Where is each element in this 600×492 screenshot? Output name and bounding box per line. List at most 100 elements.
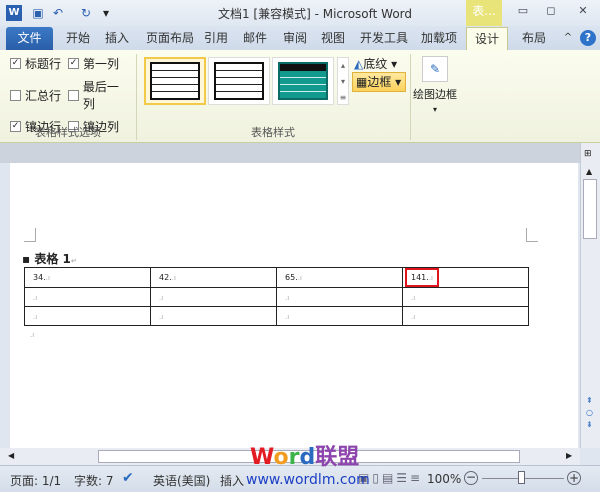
table-tools-context-tab[interactable]: 表...: [466, 0, 502, 26]
paragraph-mark: .ı: [30, 331, 35, 339]
tab-review[interactable]: 审阅: [278, 27, 312, 50]
table-row: .ı .ı .ı .ı: [24, 287, 529, 307]
document-table[interactable]: 34..ı 42..ı 65..ı 141..ı .ı .ı .ı .ı .ı .ı .ı…: [24, 267, 529, 326]
window-title: 文档1 [兼容模式] - Microsoft Word: [217, 7, 413, 21]
cell-text: 42.: [159, 273, 172, 282]
vertical-scrollbar[interactable]: ⊞ ▲ ⇞ ○ ⇟: [580, 143, 600, 448]
table-cell[interactable]: .ı: [276, 306, 403, 326]
table-style-3[interactable]: [272, 57, 334, 105]
scroll-thumb[interactable]: [583, 179, 597, 239]
table-caption: ▪ 表格 1↵: [22, 252, 77, 266]
scroll-right-icon[interactable]: ▶: [566, 451, 572, 460]
option-label: 汇总行: [25, 88, 62, 103]
table-cell[interactable]: 34..ı: [24, 267, 151, 288]
zoom-out-icon[interactable]: −: [464, 471, 478, 485]
table-grid-style-icon: [214, 62, 264, 100]
paint-bucket-icon: ◭: [354, 57, 364, 71]
tab-page-layout[interactable]: 页面布局: [140, 27, 200, 50]
borders-button[interactable]: ▦边框 ▾: [352, 72, 406, 92]
option-label: 标题行: [25, 57, 62, 71]
minimize-icon[interactable]: ▭: [512, 4, 534, 20]
tab-design[interactable]: 设计: [466, 27, 508, 50]
table-cell[interactable]: .ı: [402, 306, 529, 326]
tab-mailings[interactable]: 邮件: [238, 27, 272, 50]
checkbox-unchecked-icon: [10, 89, 21, 101]
tab-layout[interactable]: 布局: [514, 27, 554, 50]
tab-developer[interactable]: 开发工具: [356, 27, 412, 50]
close-icon[interactable]: ✕: [572, 4, 594, 20]
checkbox-checked-icon: ✓: [10, 58, 21, 69]
checkbox-unchecked-icon: [68, 89, 79, 101]
first-column-checkbox[interactable]: ✓ 第一列: [68, 55, 130, 72]
table-cell[interactable]: .ı: [24, 306, 151, 326]
ruler-area: [0, 143, 580, 163]
tab-home[interactable]: 开始: [60, 27, 96, 50]
borders-label: 边框: [367, 75, 392, 89]
zoom-slider-thumb[interactable]: [518, 471, 525, 484]
zoom-level[interactable]: 100%: [427, 472, 461, 486]
table-cell[interactable]: 65..ı: [276, 267, 403, 288]
table-cell[interactable]: .ı: [150, 306, 277, 326]
last-column-checkbox[interactable]: 最后一列: [68, 78, 130, 112]
customize-toolbar-icon[interactable]: ▾: [98, 5, 114, 21]
caption-text: 表格 1: [34, 252, 71, 266]
tab-file[interactable]: 文件: [6, 27, 53, 50]
tab-references[interactable]: 引用: [200, 27, 232, 50]
word-logo-icon[interactable]: W: [6, 5, 22, 21]
table-cell[interactable]: .ı: [276, 287, 403, 307]
watermark-url: www.wordlm.com: [246, 472, 370, 488]
help-icon[interactable]: ?: [580, 30, 596, 46]
scroll-up-icon[interactable]: ▲: [586, 167, 592, 176]
tab-insert[interactable]: 插入: [100, 27, 134, 50]
title-bar: W ▣ ↶ ↻ ▾ 文档1 [兼容模式] - Microsoft Word 表.…: [0, 0, 600, 26]
scroll-left-icon[interactable]: ◀: [8, 451, 14, 460]
margin-corner-marker: [526, 228, 538, 242]
option-label: 最后一列: [82, 80, 119, 111]
draw-borders-button[interactable]: 绘图边框 ▾: [412, 86, 458, 115]
gallery-scroll[interactable]: ▴ ▾ ≡: [337, 57, 349, 105]
redo-icon[interactable]: ↻: [78, 5, 94, 21]
total-row-checkbox[interactable]: 汇总行: [10, 78, 68, 112]
restore-icon[interactable]: ◻: [540, 4, 562, 20]
divider: [410, 54, 411, 140]
table-cell[interactable]: 42..ı: [150, 267, 277, 288]
draw-table-icon[interactable]: ✎: [422, 56, 448, 82]
zoom-in-icon[interactable]: +: [567, 471, 581, 485]
table-cell[interactable]: .ı: [150, 287, 277, 307]
cell-text: 141.: [411, 273, 429, 282]
watermark-logo: Word联盟: [250, 445, 360, 470]
option-label: 第一列: [83, 57, 120, 71]
ruler-toggle-icon[interactable]: ⊞: [584, 149, 592, 159]
group-label-table-style-options: 表格样式选项: [35, 126, 101, 139]
table-style-2[interactable]: [208, 57, 270, 105]
shading-label: 底纹: [363, 57, 388, 71]
table-style-1[interactable]: [144, 57, 206, 105]
highlight-box: 141..ı: [405, 268, 439, 287]
borders-icon: ▦: [356, 75, 368, 89]
save-icon[interactable]: ▣: [30, 5, 46, 21]
document-page[interactable]: ▪ 表格 1↵ 34..ı 42..ı 65..ı 141..ı .ı .ı .ı.…: [10, 163, 578, 448]
language[interactable]: 英语(美国): [153, 472, 210, 489]
checkbox-checked-icon: ✓: [68, 58, 79, 69]
margin-corner-marker: [24, 228, 36, 242]
page-count[interactable]: 页面: 1/1: [10, 472, 61, 489]
cell-text: 34.: [33, 273, 46, 282]
tab-view[interactable]: 视图: [316, 27, 350, 50]
header-row-checkbox[interactable]: ✓ 标题行: [10, 55, 68, 72]
cell-text: 65.: [285, 273, 298, 282]
tab-addins[interactable]: 加载项: [416, 27, 462, 50]
table-cell[interactable]: .ı: [402, 287, 529, 307]
word-count[interactable]: 字数: 7: [74, 472, 114, 489]
undo-icon[interactable]: ↶: [50, 5, 66, 21]
table-grid-style-icon: [278, 62, 328, 100]
draw-borders-label: 绘图边框: [413, 88, 457, 101]
browse-object-icons[interactable]: ⇞ ○ ⇟: [586, 395, 593, 431]
minimize-ribbon-icon[interactable]: ^: [562, 27, 574, 50]
group-label-table-styles: 表格样式: [251, 126, 295, 139]
table-grid-style-icon: [150, 62, 200, 100]
insert-mode[interactable]: 插入: [220, 472, 244, 489]
table-cell-highlighted[interactable]: 141..ı: [402, 267, 529, 288]
table-cell[interactable]: .ı: [24, 287, 151, 307]
shading-button[interactable]: ◭底纹 ▾: [354, 55, 397, 72]
proofing-icon[interactable]: ✔: [122, 470, 134, 486]
